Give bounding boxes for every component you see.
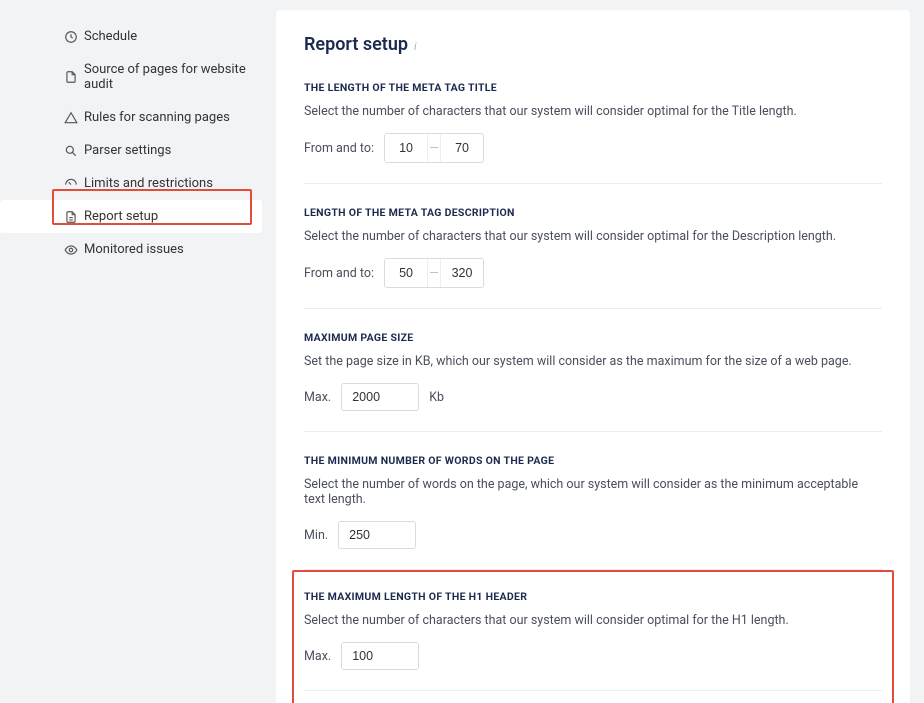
- unit-label: Kb: [429, 390, 444, 405]
- section-heading: THE MAXIMUM LENGTH OF THE H1 HEADER: [304, 590, 882, 603]
- section-min-words: THE MINIMUM NUMBER OF WORDS ON THE PAGE …: [304, 432, 882, 570]
- warning-icon: [64, 111, 78, 125]
- page-title: Report setup i: [304, 34, 882, 55]
- main-panel: Report setup i THE LENGTH OF THE META TA…: [276, 10, 910, 703]
- sidebar-item-label: Source of pages for website audit: [84, 62, 246, 92]
- gauge-icon: [64, 177, 78, 191]
- file-icon: [64, 70, 78, 84]
- sidebar-item-label: Rules for scanning pages: [84, 110, 230, 125]
- section-heading: LENGTH OF THE META TAG DESCRIPTION: [304, 206, 882, 219]
- sidebar-item-monitored-issues[interactable]: Monitored issues: [0, 233, 262, 266]
- sidebar-item-source-pages[interactable]: Source of pages for website audit: [0, 53, 262, 101]
- search-icon: [64, 144, 78, 158]
- section-desc: Select the number of characters that our…: [304, 104, 882, 119]
- description-length-to-input[interactable]: [441, 259, 483, 287]
- section-desc: Set the page size in KB, which our syste…: [304, 354, 882, 369]
- description-length-range: —: [384, 258, 484, 288]
- input-label: Max.: [304, 390, 331, 405]
- section-h2-length: THE MAXIMUM LENGTH OF THE H2 HEADER Sele…: [304, 691, 882, 703]
- title-length-from-input[interactable]: [385, 134, 427, 162]
- range-separator-icon: —: [427, 259, 441, 287]
- section-title-length: THE LENGTH OF THE META TAG TITLE Select …: [304, 59, 882, 184]
- info-icon[interactable]: i: [414, 40, 417, 53]
- sidebar-item-limits[interactable]: Limits and restrictions: [0, 167, 262, 200]
- section-desc: Select the number of characters that our…: [304, 229, 882, 244]
- sidebar-item-label: Schedule: [84, 29, 137, 44]
- sidebar-item-label: Monitored issues: [84, 242, 184, 257]
- section-heading: THE LENGTH OF THE META TAG TITLE: [304, 81, 882, 94]
- settings-sidebar: Schedule Source of pages for website aud…: [0, 0, 262, 703]
- sidebar-item-parser-settings[interactable]: Parser settings: [0, 134, 262, 167]
- sidebar-item-label: Parser settings: [84, 143, 171, 158]
- section-h1-length: THE MAXIMUM LENGTH OF THE H1 HEADER Sele…: [304, 572, 882, 691]
- section-desc: Select the number of characters that our…: [304, 613, 882, 628]
- section-description-length: LENGTH OF THE META TAG DESCRIPTION Selec…: [304, 184, 882, 309]
- sidebar-item-label: Limits and restrictions: [84, 176, 213, 191]
- page-title-text: Report setup: [304, 34, 408, 55]
- max-h1-length-input[interactable]: [341, 642, 419, 670]
- sidebar-item-scan-rules[interactable]: Rules for scanning pages: [0, 101, 262, 134]
- range-label: From and to:: [304, 141, 374, 156]
- max-page-size-input[interactable]: [341, 383, 419, 411]
- description-length-from-input[interactable]: [385, 259, 427, 287]
- sidebar-item-schedule[interactable]: Schedule: [0, 20, 262, 53]
- clock-icon: [64, 30, 78, 44]
- range-label: From and to:: [304, 266, 374, 281]
- section-max-page-size: MAXIMUM PAGE SIZE Set the page size in K…: [304, 309, 882, 432]
- section-desc: Select the number of words on the page, …: [304, 477, 882, 507]
- sidebar-item-report-setup[interactable]: Report setup: [0, 200, 262, 233]
- sidebar-item-label: Report setup: [84, 209, 158, 224]
- input-label: Min.: [304, 528, 328, 543]
- range-separator-icon: —: [427, 134, 441, 162]
- document-icon: [64, 210, 78, 224]
- highlight-box-h1-h2: THE MAXIMUM LENGTH OF THE H1 HEADER Sele…: [292, 570, 894, 703]
- min-words-input[interactable]: [338, 521, 416, 549]
- eye-icon: [64, 243, 78, 257]
- section-heading: MAXIMUM PAGE SIZE: [304, 331, 882, 344]
- section-heading: THE MINIMUM NUMBER OF WORDS ON THE PAGE: [304, 454, 882, 467]
- title-length-range: —: [384, 133, 484, 163]
- title-length-to-input[interactable]: [441, 134, 483, 162]
- input-label: Max.: [304, 649, 331, 664]
